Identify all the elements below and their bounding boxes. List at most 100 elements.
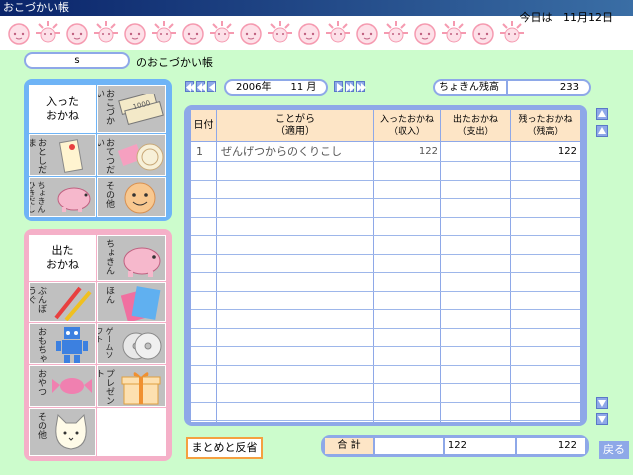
prev-month-fast-button[interactable] xyxy=(196,81,206,92)
right-arrow-icon xyxy=(337,83,343,92)
window-title: おこづかい帳 xyxy=(3,1,69,14)
col-header-income-line1: 入ったおかね xyxy=(379,114,434,125)
row-line xyxy=(191,420,580,421)
sun-icon xyxy=(384,21,408,43)
row-income: 122 xyxy=(418,146,438,157)
summary-reflection-button[interactable]: まとめと反省 xyxy=(186,437,263,459)
category-present[interactable]: プレゼント xyxy=(97,365,166,407)
row-line xyxy=(191,161,580,162)
smiley-face-icon xyxy=(124,182,156,214)
col-header-balance-line1: 残ったおかね xyxy=(518,114,573,125)
robot-icon xyxy=(56,327,88,363)
category-chokin[interactable]: ちょきん xyxy=(97,235,166,281)
sun-icon xyxy=(268,21,292,43)
category-game-soft[interactable]: ゲームソフト xyxy=(97,323,166,364)
category-omocha[interactable]: おもちゃ xyxy=(29,323,96,364)
table-row[interactable]: 1 ぜんげつからのくりこし 122 122 xyxy=(191,143,580,161)
category-oyatsu[interactable]: おやつ xyxy=(29,365,96,407)
totals-income: 122 xyxy=(447,440,467,451)
scroll-down-button[interactable] xyxy=(596,397,608,409)
category-income-other[interactable]: その他 xyxy=(97,177,166,217)
category-present-label: プレゼント xyxy=(97,369,114,405)
category-otetsudai[interactable]: おてつだい xyxy=(97,134,166,176)
next-month-button[interactable] xyxy=(334,81,343,92)
baby-face-icon xyxy=(182,23,204,45)
category-otetsudai-label: おてつだい xyxy=(97,138,114,174)
back-button[interactable]: 戻る xyxy=(599,441,629,459)
gift-box-icon xyxy=(121,372,161,405)
down-arrow-icon xyxy=(598,400,606,407)
next-month-fast-button[interactable] xyxy=(345,81,355,92)
expense-panel-title: 出た おかね xyxy=(29,235,96,281)
row-line xyxy=(191,272,580,273)
ledger-table: 日付 ことがら （適用） 入ったおかね （収入） 出たおかね （支出） 残ったお… xyxy=(191,110,580,422)
piggy-bank-icon xyxy=(57,187,91,212)
row-line xyxy=(191,253,580,255)
savings-label: ちょきん残高 xyxy=(439,82,499,93)
col-header-description: ことがら （適用） xyxy=(217,110,374,142)
col-header-expense: 出たおかね （支出） xyxy=(441,110,511,142)
col-divider xyxy=(510,142,511,422)
category-bunbougu[interactable]: ぶんぼうぐ xyxy=(29,282,96,322)
row-line xyxy=(191,364,580,366)
category-okozukai-label: おこづかい xyxy=(97,89,114,125)
first-month-button[interactable] xyxy=(185,81,195,92)
col-header-description-line2: （適用） xyxy=(275,125,315,137)
col-header-income-line2: （収入） xyxy=(388,126,425,137)
col-header-balance: 残ったおかね （残高） xyxy=(511,110,580,142)
left-arrow-icon xyxy=(209,83,215,92)
baby-face-icon xyxy=(8,23,30,45)
col-header-date: 日付 xyxy=(191,110,217,142)
savings-balance-box: ちょきん残高 233 xyxy=(433,79,591,96)
col-divider xyxy=(440,142,441,422)
totals-divider xyxy=(515,438,517,454)
col-header-balance-line2: （残高） xyxy=(527,126,564,137)
sun-icon xyxy=(36,21,60,43)
up-arrow-icon xyxy=(598,127,606,134)
account-name-field[interactable]: s xyxy=(24,52,130,69)
savings-divider xyxy=(506,79,508,96)
game-discs-icon xyxy=(122,332,162,360)
totals-row: 合 計 122 122 xyxy=(325,438,585,454)
category-expense-other[interactable]: その他 xyxy=(29,408,96,456)
money-bills-icon: 1000 xyxy=(118,94,164,126)
empty-category-slot xyxy=(97,408,166,456)
category-otoshidama[interactable]: おとしだま xyxy=(29,134,96,176)
baby-face-icon xyxy=(240,23,262,45)
baby-face-icon xyxy=(414,23,436,45)
today-date: 11月12日 xyxy=(563,11,613,24)
row-line xyxy=(191,327,580,329)
category-bunbougu-label: ぶんぼうぐ xyxy=(29,286,46,313)
sun-icon xyxy=(94,21,118,43)
category-hon[interactable]: ほん xyxy=(97,282,166,322)
scroll-up-button[interactable] xyxy=(596,125,608,137)
sun-icon xyxy=(326,21,350,43)
row-line xyxy=(191,235,580,236)
baby-face-icon xyxy=(472,23,494,45)
totals-balance: 122 xyxy=(557,440,577,451)
row-line xyxy=(191,309,580,310)
category-chokin-hikidashi[interactable]: ちょきんひきだし xyxy=(29,177,96,217)
category-hon-label: ほん xyxy=(104,286,114,304)
prev-month-button[interactable] xyxy=(207,81,216,92)
category-oyatsu-label: おやつ xyxy=(36,369,46,396)
row-line xyxy=(191,401,580,403)
scroll-bottom-button[interactable] xyxy=(596,413,608,425)
last-month-button[interactable] xyxy=(356,81,366,92)
row-date: 1 xyxy=(196,145,203,158)
pencils-icon xyxy=(54,286,92,321)
col-divider xyxy=(373,142,374,422)
double-right-arrow-icon xyxy=(346,83,355,92)
category-chokin-hikidashi-label: ちょきんひきだし xyxy=(29,181,46,213)
scroll-top-button[interactable] xyxy=(596,108,608,120)
today-date-display: 今日は 11月12日 xyxy=(520,9,614,25)
row-line xyxy=(191,198,580,199)
category-chokin-label: ちょきん xyxy=(104,239,114,275)
baby-face-icon xyxy=(124,23,146,45)
category-omocha-label: おもちゃ xyxy=(36,327,46,363)
sun-icon xyxy=(442,21,466,43)
col-header-description-line1: ことがら xyxy=(275,113,315,125)
category-okozukai[interactable]: おこづかい 1000 xyxy=(97,85,166,133)
account-name: s xyxy=(74,55,80,66)
totals-label: 合 計 xyxy=(325,438,373,454)
